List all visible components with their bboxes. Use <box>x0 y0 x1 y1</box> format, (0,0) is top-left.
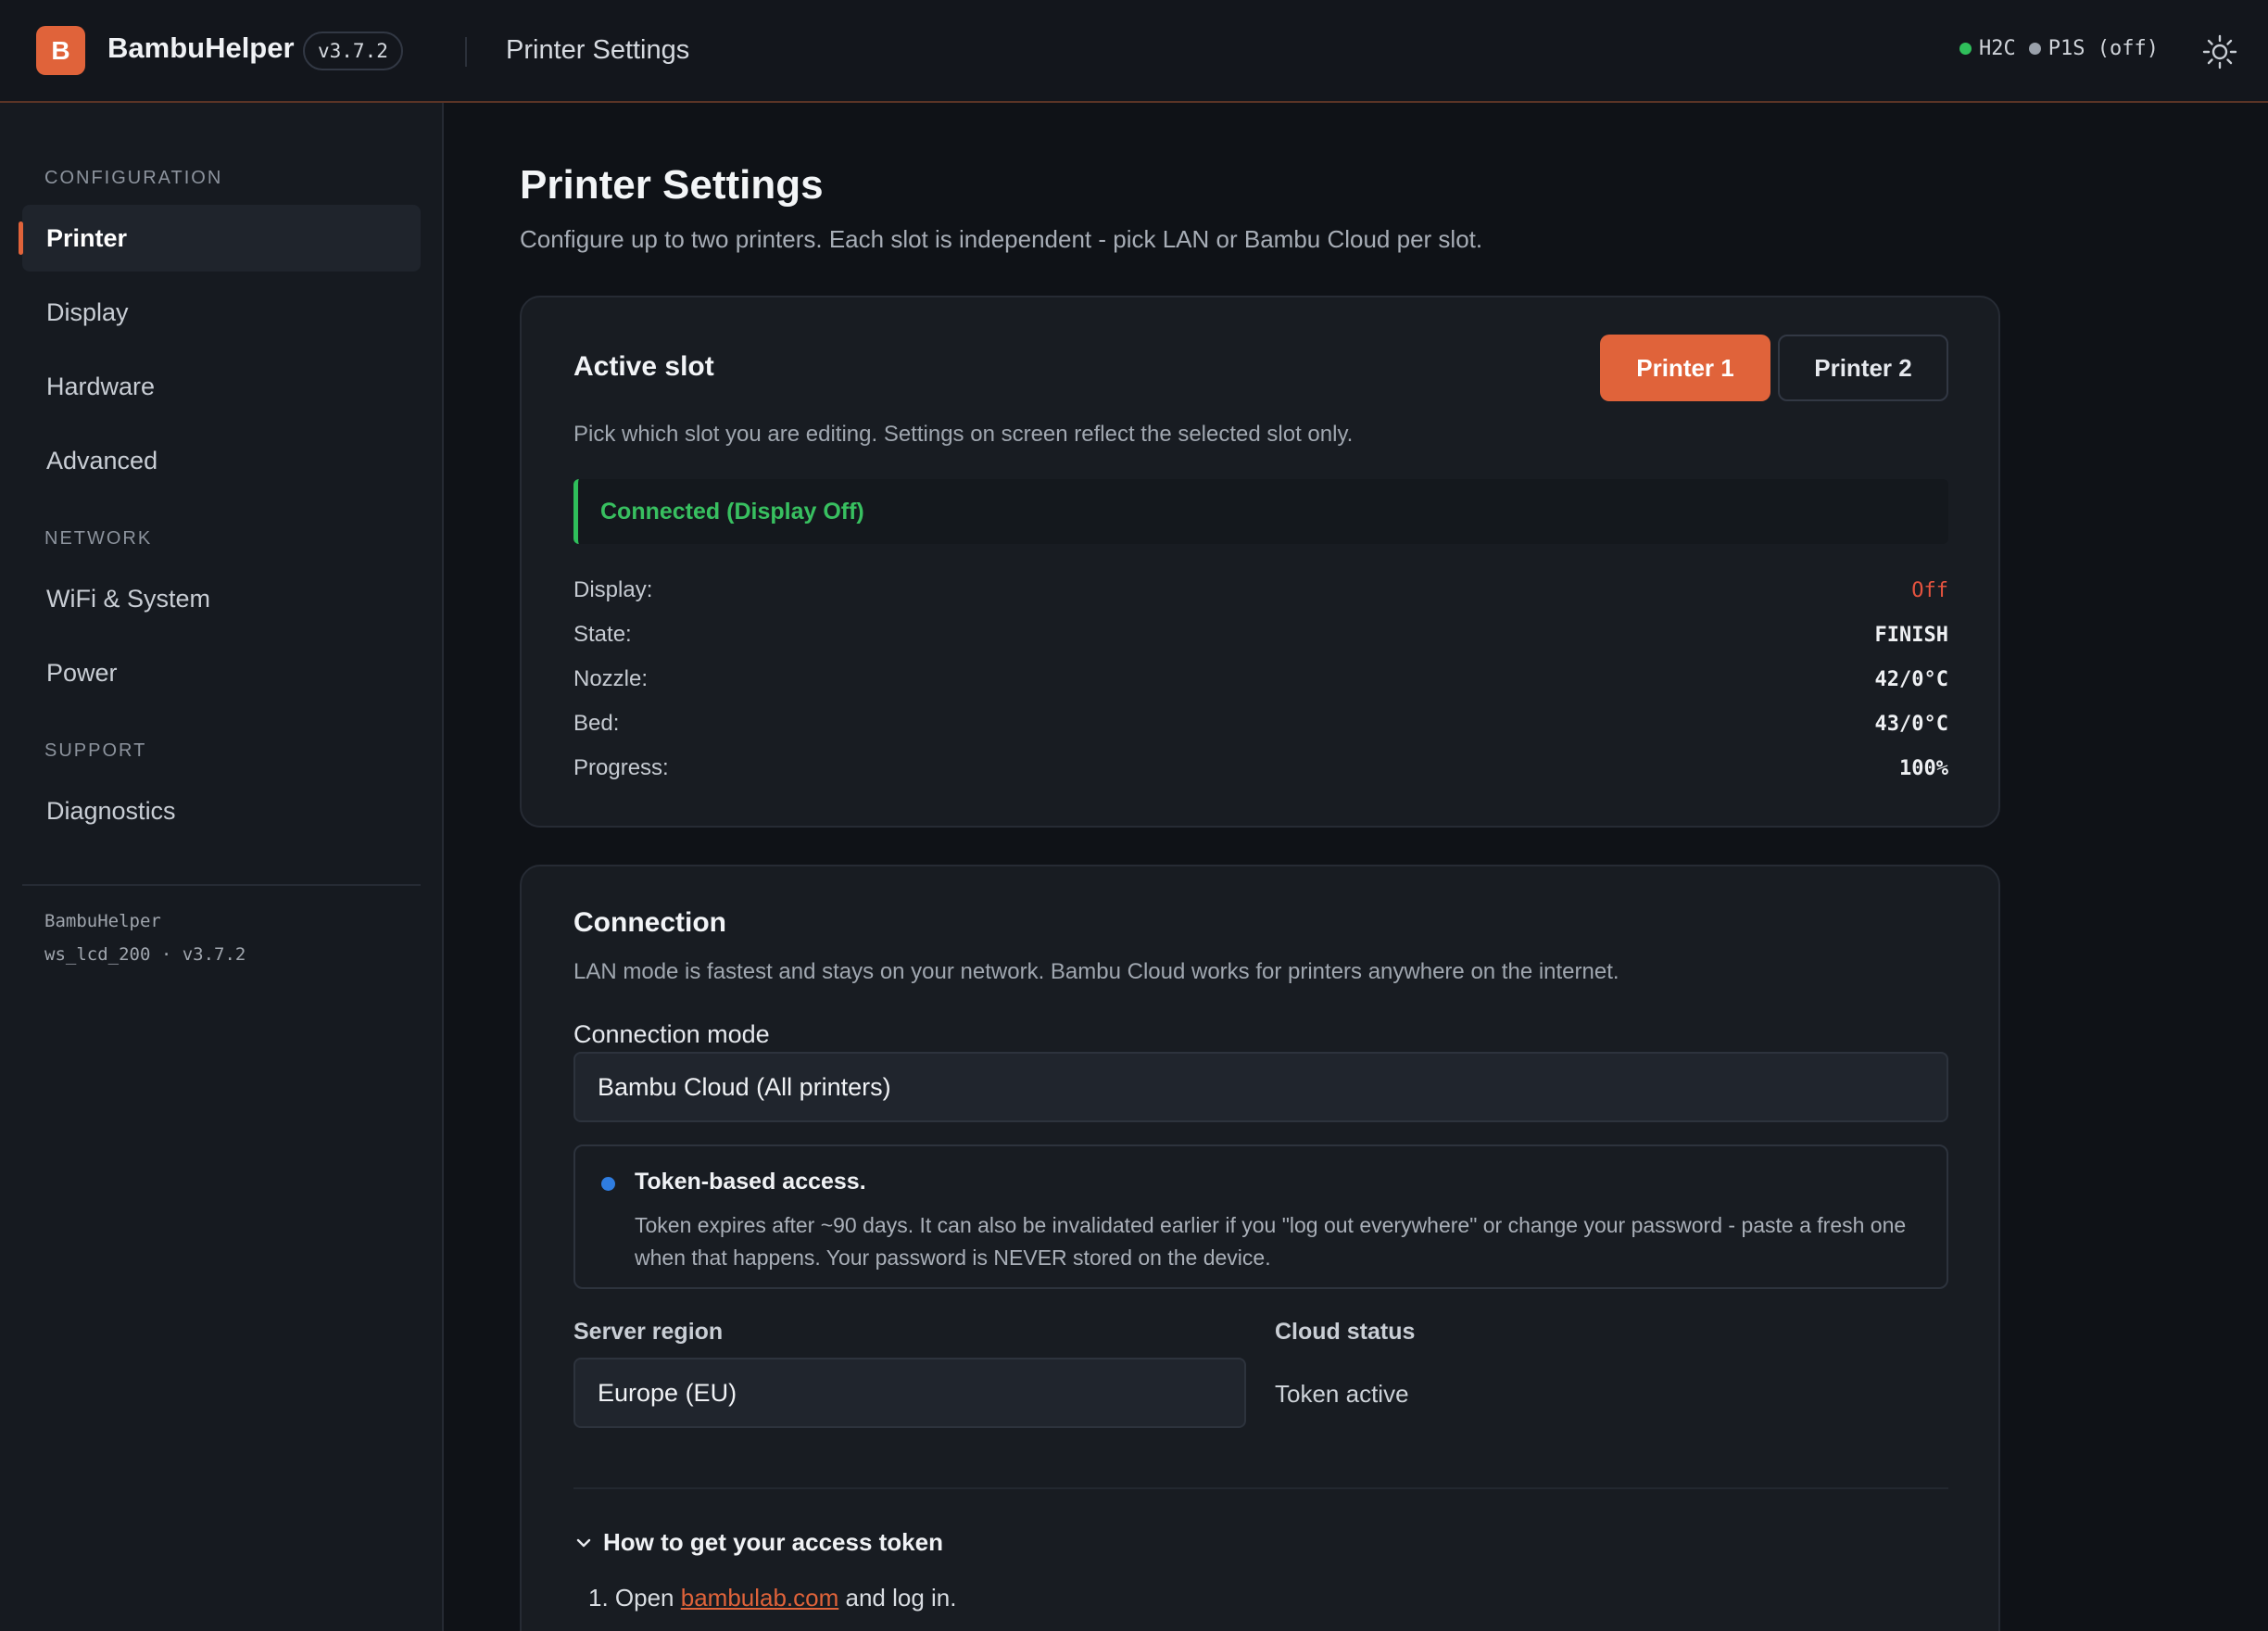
connection-card: Connection LAN mode is fastest and stays… <box>520 865 2000 1631</box>
status-label: H2C <box>1979 37 2016 60</box>
connection-mode-select[interactable]: Bambu Cloud (All printers) <box>573 1052 1948 1122</box>
status-dot-offline-icon <box>2028 43 2041 55</box>
printer-2-button[interactable]: Printer 2 <box>1778 335 1948 401</box>
status-row-progress: Progress: 100% <box>573 750 1948 787</box>
status-row-value: Off <box>1911 578 1948 602</box>
connection-title: Connection <box>573 907 726 938</box>
token-info-body: Token expires after ~90 days. It can als… <box>635 1213 1907 1270</box>
connection-mode-label: Connection mode <box>573 1020 770 1048</box>
sidebar-footer-build: ws_lcd_200 · v3.7.2 <box>44 944 246 965</box>
sidebar-item-advanced[interactable]: Advanced <box>22 427 421 494</box>
connection-status-banner: Connected (Display Off) <box>573 479 1948 544</box>
sidebar-item-wifi-system[interactable]: WiFi & System <box>22 565 421 632</box>
status-label: P1S (off) <box>2048 37 2159 60</box>
status-row-label: Nozzle: <box>573 666 649 691</box>
status-row-display: Display: Off <box>573 572 1948 609</box>
status-row-value: FINISH <box>1874 623 1948 647</box>
status-row-label: Progress: <box>573 755 669 780</box>
printer-status-group: H2C P1S (off) <box>1959 37 2159 60</box>
app-name: BambuHelper <box>107 32 295 64</box>
nav-section-configuration: CONFIGURATION <box>44 168 223 188</box>
howto-step-1: 1. Open bambulab.com and log in. <box>588 1584 957 1612</box>
status-row-bed: Bed: 43/0°C <box>573 705 1948 742</box>
status-row-label: Display: <box>573 577 653 602</box>
page-title: Printer Settings <box>520 162 824 208</box>
active-slot-desc: Pick which slot you are editing. Setting… <box>573 422 1354 447</box>
sidebar-item-display[interactable]: Display <box>22 279 421 346</box>
server-region-label: Server region <box>573 1319 724 1345</box>
sidebar-footer-app: BambuHelper <box>44 911 161 931</box>
connection-desc: LAN mode is fastest and stays on your ne… <box>573 959 1619 984</box>
cloud-status-value: Token active <box>1275 1380 1409 1408</box>
nav-section-network: NETWORK <box>44 528 153 549</box>
status-item-printer-1: H2C <box>1959 37 2016 60</box>
page-subtitle: Configure up to two printers. Each slot … <box>520 225 1483 253</box>
chevron-down-icon <box>576 1538 591 1547</box>
step-suffix: and log in. <box>838 1584 957 1612</box>
step-prefix: 1. Open <box>588 1584 681 1612</box>
sidebar-item-hardware[interactable]: Hardware <box>22 353 421 420</box>
status-row-state: State: FINISH <box>573 616 1948 653</box>
nav-section-support: SUPPORT <box>44 740 147 761</box>
howto-title: How to get your access token <box>603 1528 943 1556</box>
sidebar-item-power[interactable]: Power <box>22 639 421 706</box>
status-dot-online-icon <box>1959 43 1972 55</box>
active-slot-title: Active slot <box>573 351 714 382</box>
sidebar-item-printer[interactable]: Printer <box>19 205 421 272</box>
bambulab-link[interactable]: bambulab.com <box>681 1584 839 1612</box>
app-logo[interactable]: B <box>36 26 85 75</box>
info-dot-icon <box>601 1177 615 1191</box>
sun-icon[interactable] <box>2201 33 2238 70</box>
sidebar-item-diagnostics[interactable]: Diagnostics <box>22 778 421 844</box>
active-slot-card: Active slot Printer 1 Printer 2 Pick whi… <box>520 296 2000 828</box>
status-row-value: 100% <box>1899 756 1948 780</box>
howto-disclosure-toggle[interactable]: How to get your access token <box>573 1528 943 1557</box>
status-row-value: 43/0°C <box>1874 712 1948 736</box>
server-region-select[interactable]: Europe (EU) <box>573 1358 1246 1428</box>
cloud-status-label: Cloud status <box>1275 1319 1416 1345</box>
status-item-printer-2: P1S (off) <box>2028 37 2159 60</box>
header-divider <box>465 37 467 67</box>
sidebar-divider <box>22 884 421 886</box>
token-info-box: Token-based access. Token expires after … <box>573 1144 1948 1289</box>
token-info-title: Token-based access. <box>635 1169 866 1195</box>
top-bar: B BambuHelper v3.7.2 Printer Settings H2… <box>0 0 2268 103</box>
sidebar: CONFIGURATION Printer Display Hardware A… <box>0 103 444 1631</box>
status-row-nozzle: Nozzle: 42/0°C <box>573 661 1948 698</box>
main-content: Printer Settings Configure up to two pri… <box>446 105 2268 1631</box>
header-page-title: Printer Settings <box>506 35 690 65</box>
version-badge: v3.7.2 <box>303 32 403 70</box>
connection-divider <box>573 1487 1948 1489</box>
printer-1-button[interactable]: Printer 1 <box>1600 335 1770 401</box>
status-row-value: 42/0°C <box>1874 667 1948 691</box>
status-row-label: State: <box>573 622 632 647</box>
status-row-label: Bed: <box>573 711 620 736</box>
